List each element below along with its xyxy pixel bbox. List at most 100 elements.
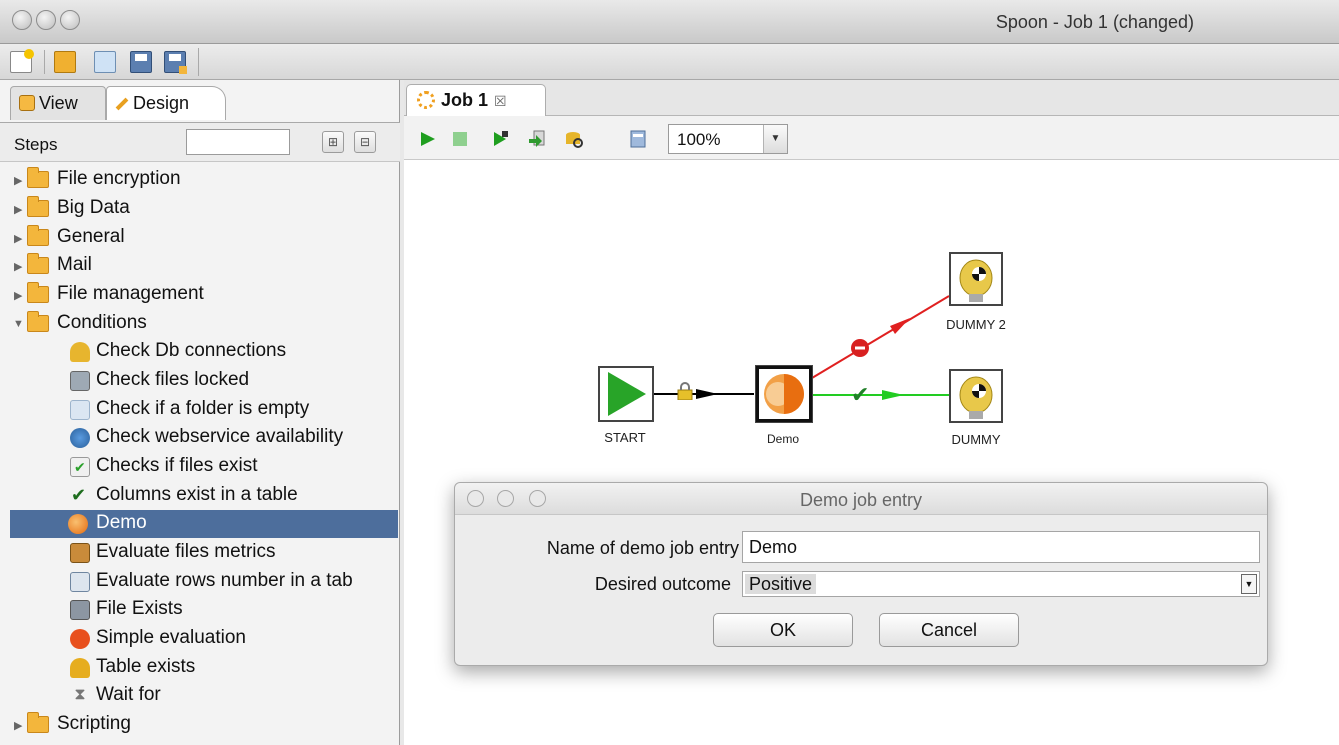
- dialog-title: Demo job entry: [799, 490, 923, 510]
- tree-step-evaluate-rows-number[interactable]: Evaluate rows number in a tab: [10, 568, 398, 596]
- tree-step-wait-for[interactable]: ⧗ Wait for: [10, 682, 398, 710]
- files-metrics-icon: [70, 543, 90, 563]
- tree-step-simple-evaluation[interactable]: Simple evaluation: [10, 625, 398, 653]
- left-panel: View Design Steps ⊞ ⊟ ▶ File encryption …: [0, 80, 400, 745]
- node-label-start: START: [604, 430, 646, 445]
- hop-demo-dummy2[interactable]: [811, 295, 950, 379]
- tree-step-checks-files-exist[interactable]: ✔ Checks if files exist: [10, 453, 398, 481]
- hourglass-icon: ⧗: [74, 686, 86, 703]
- tab-view[interactable]: View: [10, 86, 106, 120]
- tree-item-label: Conditions: [57, 312, 147, 333]
- collapse-all-icon[interactable]: ⊞: [322, 131, 344, 153]
- tree-folder-mail[interactable]: ▶ Mail: [10, 252, 398, 280]
- zoom-select[interactable]: 100% ▼: [668, 124, 788, 154]
- node-label-dummy-2: DUMMY 2: [946, 317, 1006, 332]
- checkmark-icon: ✔: [851, 382, 870, 407]
- tree-step-check-folder-empty[interactable]: Check if a folder is empty: [10, 396, 398, 424]
- expand-arrow-icon[interactable]: ▶: [14, 232, 22, 245]
- columns-check-icon: ✔: [71, 485, 87, 505]
- job-entry-dummy-2[interactable]: [949, 252, 1003, 306]
- name-field-label: Name of demo job entry: [546, 538, 739, 558]
- expand-arrow-icon[interactable]: ▶: [14, 174, 22, 187]
- tree-item-label: Big Data: [57, 197, 130, 218]
- file-exists-icon: [70, 600, 90, 620]
- tree-step-check-webservice[interactable]: Check webservice availability: [10, 424, 398, 452]
- chevron-down-icon[interactable]: ▼: [763, 125, 787, 153]
- tab-job-label: Job 1: [441, 90, 489, 110]
- chevron-down-icon[interactable]: ▼: [1241, 574, 1257, 594]
- job-entry-demo[interactable]: [755, 365, 813, 423]
- new-file-icon[interactable]: [10, 49, 34, 73]
- failure-icon: [850, 338, 870, 358]
- tree-item-label: File management: [57, 283, 204, 304]
- impact-icon[interactable]: [564, 129, 584, 149]
- empty-folder-icon: [70, 400, 90, 420]
- tree-step-check-db-connections[interactable]: Check Db connections: [10, 338, 398, 366]
- tree-folder-scripting[interactable]: ▶ Scripting: [10, 711, 398, 739]
- folder-icon: [27, 282, 49, 303]
- name-field[interactable]: Demo: [742, 531, 1260, 563]
- explore-repository-icon[interactable]: [94, 51, 116, 73]
- tree-item-label: Columns exist in a table: [96, 484, 298, 505]
- job-entry-dummy[interactable]: [949, 369, 1003, 423]
- tree-folder-big-data[interactable]: ▶ Big Data: [10, 195, 398, 223]
- tree-step-evaluate-files-metrics[interactable]: Evaluate files metrics: [10, 539, 398, 567]
- tree-item-label: General: [57, 226, 125, 247]
- view-icon: [19, 95, 35, 111]
- collapse-arrow-icon[interactable]: ▼: [13, 318, 24, 330]
- expand-arrow-icon[interactable]: ▶: [14, 260, 22, 273]
- tree-item-label: Check if a folder is empty: [96, 398, 310, 419]
- tree-item-label: File Exists: [96, 598, 183, 619]
- cancel-button[interactable]: Cancel: [879, 613, 1019, 647]
- tree-folder-file-encryption[interactable]: ▶ File encryption: [10, 166, 398, 194]
- canvas-toolbar: 100% ▼: [404, 116, 1339, 160]
- stop-icon[interactable]: [450, 129, 470, 149]
- save-as-icon[interactable]: [164, 51, 187, 74]
- table-exists-icon: [70, 658, 90, 678]
- close-tab-icon[interactable]: ☒: [494, 93, 507, 109]
- check-icon[interactable]: [528, 129, 548, 149]
- tab-job-1[interactable]: Job 1 ☒: [406, 84, 546, 117]
- editor-tab-strip: Job 1 ☒: [404, 80, 1339, 117]
- node-label-demo: Demo: [766, 432, 799, 446]
- expand-arrow-icon[interactable]: ▶: [14, 719, 22, 732]
- tree-item-label: Table exists: [96, 656, 196, 677]
- dummy-crash-test-icon: [959, 259, 993, 302]
- tab-design[interactable]: Design: [106, 86, 226, 120]
- files-exist-icon: ✔: [70, 457, 90, 477]
- job-entry-start[interactable]: [598, 366, 654, 422]
- tree-item-label: Evaluate rows number in a tab: [96, 570, 353, 591]
- webservice-icon: [70, 428, 90, 448]
- tree-step-file-exists[interactable]: File Exists: [10, 596, 398, 624]
- expand-arrow-icon[interactable]: ▶: [14, 203, 22, 216]
- run-icon[interactable]: [418, 129, 438, 149]
- tab-design-label: Design: [133, 93, 190, 113]
- tree-folder-conditions[interactable]: ▼ Conditions: [10, 310, 398, 338]
- file-locked-icon: [70, 371, 90, 391]
- folder-icon: [27, 225, 49, 246]
- save-icon[interactable]: [130, 51, 152, 73]
- tree-folder-file-management[interactable]: ▶ File management: [10, 281, 398, 309]
- sql-icon[interactable]: [628, 129, 648, 149]
- job-icon: [417, 91, 435, 109]
- tree-step-demo[interactable]: Demo: [10, 510, 398, 538]
- steps-label: Steps: [14, 135, 58, 154]
- open-folder-icon[interactable]: [54, 51, 76, 73]
- steps-search-input[interactable]: [186, 129, 290, 155]
- expand-arrow-icon[interactable]: ▶: [14, 289, 22, 302]
- outcome-select[interactable]: Positive ▼: [742, 571, 1260, 597]
- lock-icon: [676, 382, 694, 401]
- expand-all-icon[interactable]: ⊟: [354, 131, 376, 153]
- tree-folder-general[interactable]: ▶ General: [10, 224, 398, 252]
- tree-item-label: Demo: [96, 512, 147, 533]
- tree-step-columns-exist[interactable]: ✔ Columns exist in a table: [10, 482, 398, 510]
- replay-icon[interactable]: [490, 129, 510, 149]
- window-title: Spoon - Job 1 (changed): [995, 12, 1194, 32]
- steps-search-row: Steps ⊞ ⊟: [0, 122, 400, 162]
- tree-step-table-exists[interactable]: Table exists: [10, 654, 398, 682]
- rows-number-icon: [70, 572, 90, 592]
- demo-icon: [764, 374, 804, 414]
- folder-icon: [27, 712, 49, 733]
- tree-step-check-files-locked[interactable]: Check files locked: [10, 367, 398, 395]
- ok-button[interactable]: OK: [713, 613, 853, 647]
